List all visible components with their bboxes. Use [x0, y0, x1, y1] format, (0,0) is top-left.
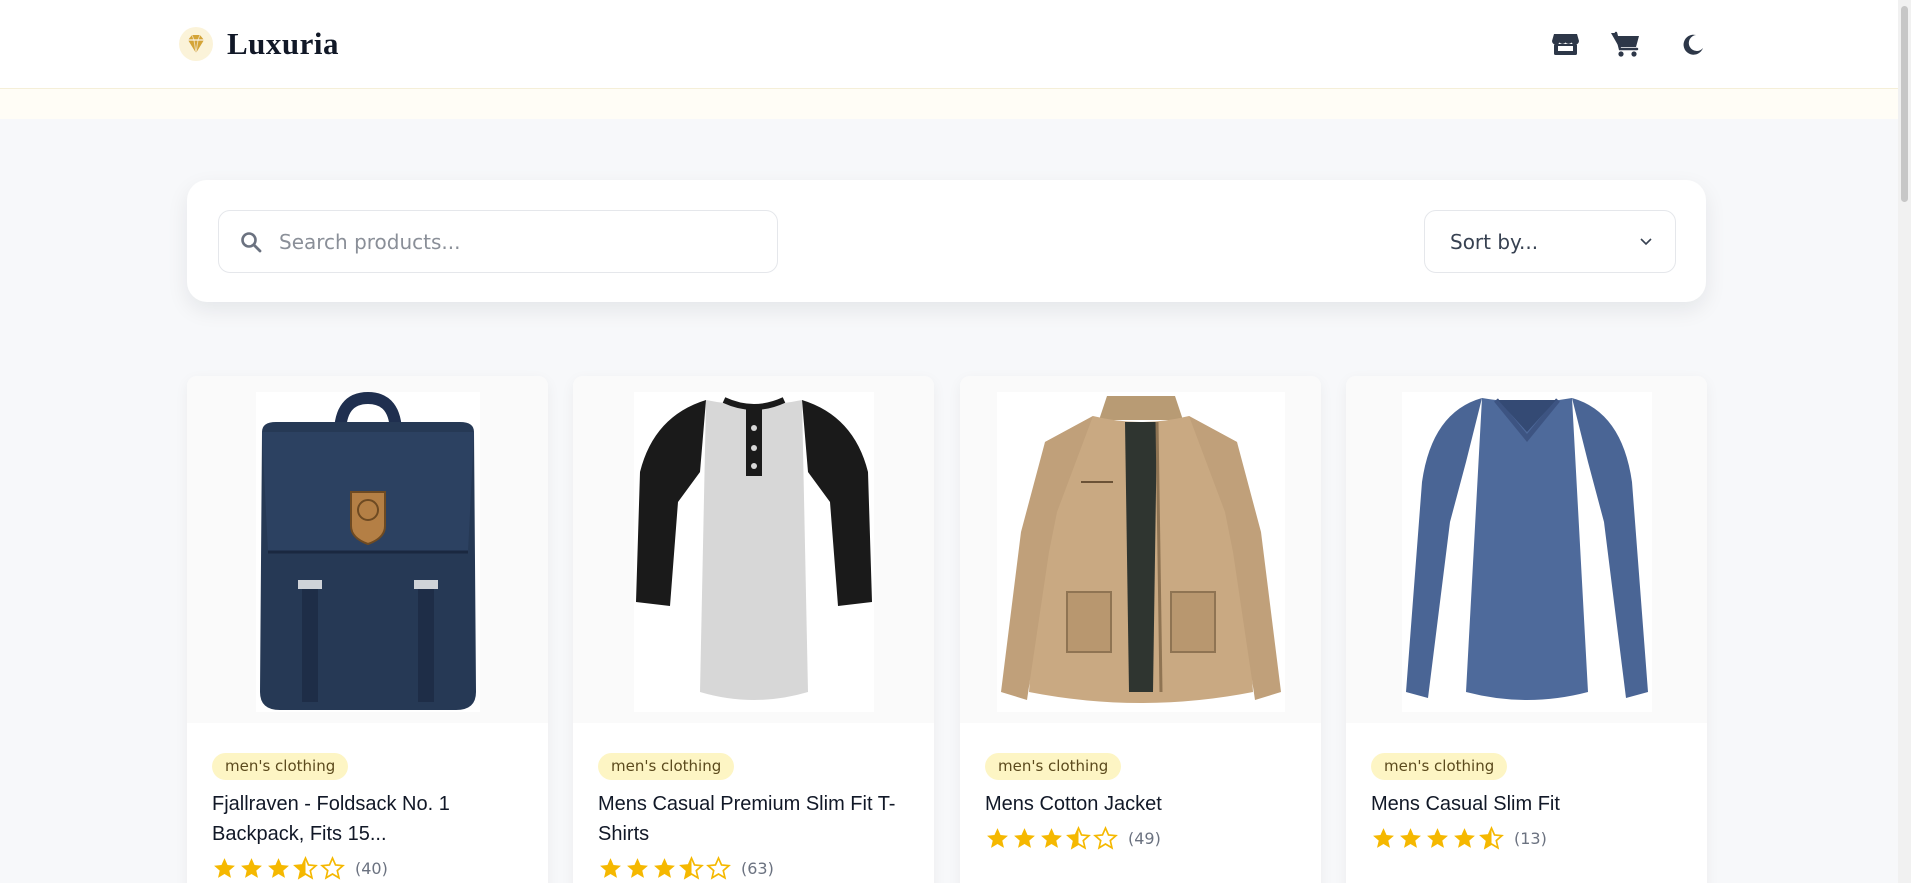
search-box[interactable] [218, 210, 778, 273]
star-empty-icon [1093, 826, 1118, 850]
star-full-icon [1454, 828, 1475, 848]
star-half-icon [1479, 826, 1504, 850]
product-title[interactable]: Mens Cotton Jacket [985, 789, 1305, 819]
product-title[interactable]: Mens Casual Premium Slim Fit T-Shirts [598, 789, 918, 849]
rating: (13) [1371, 826, 1547, 851]
sort-select[interactable]: Sort by... [1424, 210, 1676, 273]
scrollbar[interactable] [1898, 0, 1911, 883]
rating: (49) [985, 826, 1161, 851]
star-rating [1371, 826, 1504, 851]
star-full-icon [241, 858, 262, 878]
moon-icon[interactable] [1676, 28, 1710, 60]
rating: (63) [598, 856, 774, 881]
star-full-icon [268, 858, 289, 878]
star-half-icon [1066, 826, 1091, 850]
product-card[interactable]: men's clothing Mens Cotton Jacket (49) [960, 376, 1321, 883]
rating-count: (49) [1128, 829, 1161, 848]
nav-icons [0, 28, 1898, 60]
product-image-raglan-shirt[interactable] [573, 376, 934, 723]
sort-label: Sort by... [1450, 229, 1539, 254]
star-rating [985, 826, 1118, 851]
product-image-backpack[interactable] [187, 376, 548, 723]
star-empty-icon [320, 856, 345, 880]
category-badge: men's clothing [1371, 753, 1508, 780]
chevron-down-icon [1639, 233, 1653, 251]
product-image-longsleeve-shirt[interactable] [1346, 376, 1707, 723]
star-full-icon [1427, 828, 1448, 848]
category-badge: men's clothing [598, 753, 735, 780]
filter-panel: Sort by... [187, 180, 1706, 302]
navbar: Luxuria [0, 0, 1898, 89]
search-input[interactable] [279, 229, 759, 254]
product-title[interactable]: Fjallraven - Foldsack No. 1 Backpack, Fi… [212, 789, 532, 849]
star-full-icon [654, 858, 675, 878]
star-half-icon [679, 856, 704, 880]
product-image-jacket[interactable] [960, 376, 1321, 723]
star-full-icon [214, 858, 235, 878]
cart-icon[interactable] [1608, 28, 1642, 60]
rating-count: (13) [1514, 829, 1547, 848]
star-full-icon [987, 828, 1008, 848]
product-card[interactable]: men's clothing Fjallraven - Foldsack No.… [187, 376, 548, 883]
rating: (40) [212, 856, 388, 881]
search-icon [239, 230, 263, 254]
star-rating [212, 856, 345, 881]
product-title[interactable]: Mens Casual Slim Fit [1371, 789, 1691, 819]
star-full-icon [1041, 828, 1062, 848]
category-badge: men's clothing [212, 753, 349, 780]
rating-count: (63) [741, 859, 774, 878]
product-card[interactable]: men's clothing Mens Casual Slim Fit (13) [1346, 376, 1707, 883]
rating-count: (40) [355, 859, 388, 878]
star-full-icon [1400, 828, 1421, 848]
navbar-divider [0, 89, 1898, 119]
star-rating [598, 856, 731, 881]
product-card[interactable]: men's clothing Mens Casual Premium Slim … [573, 376, 934, 883]
star-half-icon [293, 856, 318, 880]
star-empty-icon [706, 856, 731, 880]
star-full-icon [1014, 828, 1035, 848]
star-full-icon [600, 858, 621, 878]
star-full-icon [627, 858, 648, 878]
category-badge: men's clothing [985, 753, 1122, 780]
scrollbar-thumb[interactable] [1901, 6, 1908, 202]
store-icon[interactable] [1548, 28, 1582, 60]
star-full-icon [1373, 828, 1394, 848]
